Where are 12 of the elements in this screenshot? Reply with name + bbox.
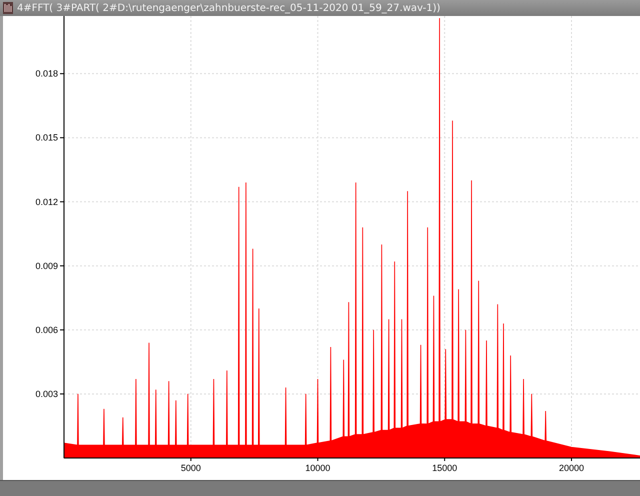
x-tick-label: 10000 <box>305 463 330 473</box>
x-tick-label: 20000 <box>558 463 584 473</box>
y-tick-label: 0.018 <box>35 68 58 79</box>
y-tick-label: 0.003 <box>35 388 58 399</box>
y-tick-label: 0.015 <box>35 132 58 143</box>
y-tick-label: 0.006 <box>35 324 58 335</box>
window-title: 4#FFT( 3#PART( 2#D:\rutengaenger\zahnbuerste-rec_05-11-2020 01_59_27.wav-1)) <box>17 2 440 14</box>
x-tick-label: 15000 <box>432 463 458 473</box>
y-tick-label: 0.012 <box>35 196 58 207</box>
window-icon <box>3 2 13 14</box>
y-tick-label: 0.009 <box>35 260 58 271</box>
x-tick-label: 5000 <box>180 463 201 473</box>
